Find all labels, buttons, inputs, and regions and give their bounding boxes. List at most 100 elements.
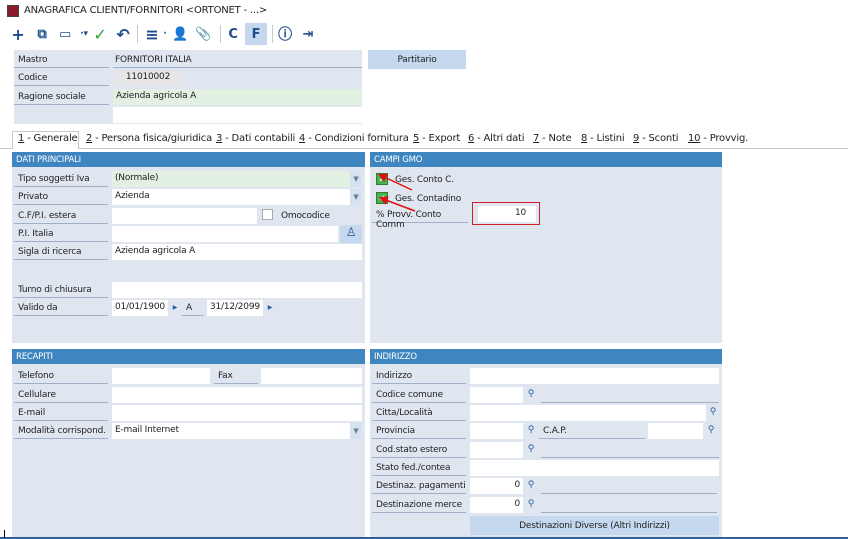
tab-persona[interactable]: 2 - Persona fisica/giuridica [86,132,212,148]
cod-stato-field[interactable] [470,442,523,458]
tab-label: - Persona fisica/giuridica [92,133,213,144]
dest-merce-description [541,497,717,513]
telefono-label: Telefono [14,368,108,384]
omocodice-label: Omocodice [281,211,330,221]
dest-merce-field[interactable]: 0 [470,497,523,513]
date-arrow-icon[interactable]: ▶ [264,300,276,316]
dest-pagamenti-field[interactable]: 0 [470,478,523,494]
verify-user-icon[interactable]: ♙ [340,225,362,243]
tab-label: - Dati contabili [222,133,296,144]
codice-field[interactable]: 11010002 [115,70,181,86]
pi-italia-field[interactable] [112,226,338,242]
search-icon[interactable]: ⚲ [705,423,717,439]
search-icon[interactable]: ⚲ [525,478,537,494]
highlight-box [472,202,540,225]
chevron-down-icon[interactable]: ▼ [350,423,362,439]
email-field[interactable] [112,405,362,421]
privato-select[interactable]: Azienda [112,189,350,205]
f-button[interactable]: F [245,23,267,45]
stato-fed-field[interactable] [470,460,719,476]
open-folder-icon[interactable]: ▭ [55,24,75,44]
comune-description [541,387,719,403]
date-arrow-icon[interactable]: ▶ [169,300,181,316]
tab-generale[interactable]: 1 - Generale [12,131,79,149]
codice-label: Codice [14,70,109,86]
search-icon[interactable]: ⚲ [707,405,719,421]
panel-header: RECAPITI [12,349,365,364]
tab-altri-dati[interactable]: 6 - Altri dati [468,132,525,148]
indirizzo-label: Indirizzo [372,368,466,384]
copy-icon[interactable]: ⧉ [32,24,52,44]
dropdown-arrow-icon[interactable]: ·▾ [77,24,91,44]
annotation-arrows [377,173,416,212]
tab-provvig[interactable]: 10 - Provvig. [688,132,748,148]
sigla-field[interactable]: Azienda agricola A [112,244,362,260]
indirizzo-field[interactable] [470,368,719,384]
exit-icon[interactable]: ⇥ [298,24,318,44]
codice-comune-field[interactable] [470,387,523,403]
tab-dati-contabili[interactable]: 3 - Dati contabili [216,132,295,148]
privato-label: Privato [14,189,108,205]
cod-stato-label: Cod.stato estero [372,442,466,458]
text-cursor [4,530,5,538]
fax-field[interactable] [261,368,362,384]
modalita-label: Modalità corrispond. [14,423,108,439]
tab-note[interactable]: 7 - Note [533,132,572,148]
dest-merce-label: Destinazione merce [372,497,466,513]
pi-italia-label: P.I. Italia [14,226,108,242]
citta-label: Citta/Località [372,405,466,421]
stato-fed-label: Stato fed./contea [372,460,466,476]
help-icon[interactable]: ⓘ [275,24,295,44]
tab-export[interactable]: 5 - Export [413,132,460,148]
save-check-icon[interactable]: ✓ [90,24,110,44]
provincia-field[interactable] [470,423,523,439]
cap-field[interactable] [648,423,703,439]
separator [220,25,221,43]
sigla-label: Sigla di ricerca [14,244,108,260]
attachment-icon[interactable]: 📎 [193,24,213,44]
valido-a-field[interactable]: 31/12/2099 [207,300,263,316]
cf-field[interactable] [112,208,257,224]
ragione-sociale-field[interactable]: Azienda agricola A [113,89,362,105]
modalita-select[interactable]: E-mail Internet [112,423,350,439]
tab-accel: 10 [688,133,701,144]
app-icon [7,5,19,17]
search-icon[interactable]: ⚲ [525,497,537,513]
omocodice-checkbox[interactable] [262,209,273,220]
search-icon[interactable]: ⚲ [525,387,537,403]
c-button[interactable]: C [223,24,243,44]
menu-icon[interactable]: ≡ [142,24,162,44]
valido-da-label: Valido da [14,300,108,316]
turno-label: Turno di chiusura [14,282,108,298]
tab-listini[interactable]: 8 - Listini [581,132,625,148]
user-icon[interactable]: 👤 [170,24,190,44]
tab-sconti[interactable]: 9 - Sconti [633,132,679,148]
tab-label: - Export [419,133,461,144]
panel-header: DATI PRINCIPALI [12,152,365,167]
chevron-down-icon[interactable]: ▼ [350,189,362,205]
mastro-value: FORNITORI ITALIA [113,52,362,68]
turno-field[interactable] [112,282,362,298]
destinazioni-diverse-button[interactable]: Destinazioni Diverse (Altri Indirizzi) [470,516,719,535]
cf-label: C.F/P.I. estera [14,208,108,224]
window-title: ANAGRAFICA CLIENTI/FORNITORI <ORTONET - … [24,5,268,16]
tab-label: - Listini [587,133,625,144]
menu-dropdown-icon[interactable]: · [160,24,170,44]
tab-condizioni[interactable]: 4 - Condizioni fornitura [299,132,409,148]
partitario-button[interactable]: Partitario [368,50,466,69]
new-icon[interactable]: + [8,24,28,44]
tipo-soggetti-select[interactable]: (Normale) [112,171,350,187]
undo-icon[interactable]: ↶ [113,24,133,44]
email-label: E-mail [14,405,108,421]
stato-description [541,442,719,458]
search-icon[interactable]: ⚲ [525,423,537,439]
cellulare-field[interactable] [112,387,362,403]
valido-da-field[interactable]: 01/01/1900 [112,300,168,316]
telefono-field[interactable] [112,368,210,384]
search-icon[interactable]: ⚲ [525,442,537,458]
ragione-sociale-2-field[interactable] [113,107,362,123]
chevron-down-icon[interactable]: ▼ [350,171,362,187]
citta-field[interactable] [470,405,706,421]
tab-label: - Generale [24,133,78,144]
a-label: A [182,300,204,316]
